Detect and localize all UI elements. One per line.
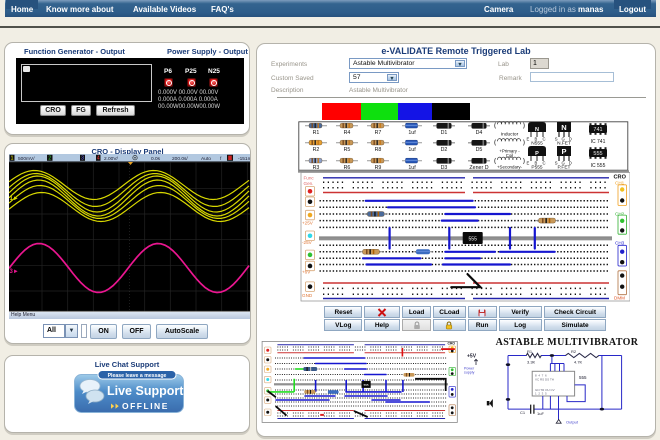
svg-text:IC 741: IC 741: [591, 139, 606, 145]
svg-text:R2: R2: [313, 147, 320, 153]
svg-text:Auto: Auto: [201, 156, 211, 162]
svg-text:4: 4: [97, 156, 100, 162]
svg-text:Func: Func: [304, 176, 315, 181]
svg-text:3: 3: [81, 156, 84, 162]
svg-text:Live Support: Live Support: [107, 384, 184, 398]
svg-text:500mV/: 500mV/: [18, 156, 35, 162]
svg-text:1uf: 1uf: [408, 147, 416, 153]
svg-text:1 2 3 5: 1 2 3 5: [535, 392, 547, 396]
svg-text:3.3K: 3.3K: [527, 360, 536, 365]
svg-text:IC 555: IC 555: [591, 163, 606, 169]
svg-text:Please leave a message: Please leave a message: [108, 373, 167, 379]
svg-text:P: P: [535, 151, 539, 157]
svg-text:Output: Output: [566, 420, 579, 425]
svg-text:D1: D1: [441, 130, 448, 136]
svg-text:R6: R6: [344, 165, 351, 171]
svg-text:2: 2: [48, 156, 51, 162]
svg-text:P555: P555: [531, 165, 543, 171]
svg-text:0.0s: 0.0s: [151, 156, 161, 162]
svg-text:555: 555: [469, 237, 478, 243]
svg-text:D4: D4: [476, 130, 483, 136]
svg-text:2.00V/: 2.00V/: [104, 156, 119, 162]
svg-text:Inductor: Inductor: [501, 132, 519, 138]
svg-text:555: 555: [579, 375, 587, 380]
svg-text:R5: R5: [344, 147, 351, 153]
svg-text:D5: D5: [476, 147, 483, 153]
svg-text:VC RS DS TH: VC RS DS TH: [535, 378, 554, 382]
svg-text:C1: C1: [520, 410, 526, 415]
svg-text:741: 741: [593, 127, 602, 133]
svg-text:R8: R8: [375, 147, 382, 153]
svg-text:R1: R1: [527, 349, 533, 354]
svg-text:R4: R4: [344, 130, 351, 136]
svg-text:OFFLINE: OFFLINE: [122, 401, 169, 411]
svg-text:CH3: CH3: [615, 241, 625, 246]
svg-text:+Secondary-: +Secondary-: [497, 165, 523, 170]
svg-text:-151mV: -151mV: [238, 156, 250, 162]
svg-text:-25V: -25V: [302, 240, 313, 245]
svg-text:1►: 1►: [10, 196, 19, 202]
svg-text:555: 555: [593, 151, 602, 157]
svg-text:3►: 3►: [10, 269, 19, 275]
svg-text:200.0s/: 200.0s/: [172, 156, 188, 162]
svg-text:Gen.: Gen.: [304, 181, 314, 186]
svg-text:1uF: 1uF: [537, 411, 544, 416]
svg-text:DMM: DMM: [614, 296, 625, 301]
svg-text:+5V: +5V: [467, 354, 477, 360]
svg-text:1uf: 1uf: [408, 130, 416, 136]
svg-text:supply: supply: [464, 371, 475, 375]
svg-text:N: N: [561, 123, 566, 132]
svg-text:R2: R2: [571, 349, 577, 354]
svg-text:N555: N555: [531, 141, 543, 147]
svg-text:CRO: CRO: [448, 342, 456, 346]
svg-text:R1: R1: [313, 130, 320, 136]
svg-text:R3: R3: [313, 165, 320, 171]
svg-text:D3: D3: [441, 165, 448, 171]
svg-text:N: N: [535, 127, 539, 133]
svg-text:555: 555: [364, 383, 369, 387]
svg-text:N.FET: N.FET: [557, 141, 571, 147]
svg-text:Zener D: Zener D: [469, 165, 488, 171]
svg-text:P.FET: P.FET: [558, 165, 571, 171]
svg-text:1: 1: [11, 156, 14, 162]
svg-text:R7: R7: [375, 130, 382, 136]
svg-text:GND: GND: [302, 293, 313, 298]
svg-text:R9: R9: [375, 165, 382, 171]
svg-text:1uf: 1uf: [408, 165, 416, 171]
svg-text:D2: D2: [441, 147, 448, 153]
svg-text:+6V: +6V: [302, 270, 311, 275]
svg-text:4.7K: 4.7K: [574, 360, 583, 365]
svg-text:P: P: [561, 147, 566, 156]
svg-text:+25V: +25V: [302, 221, 314, 226]
